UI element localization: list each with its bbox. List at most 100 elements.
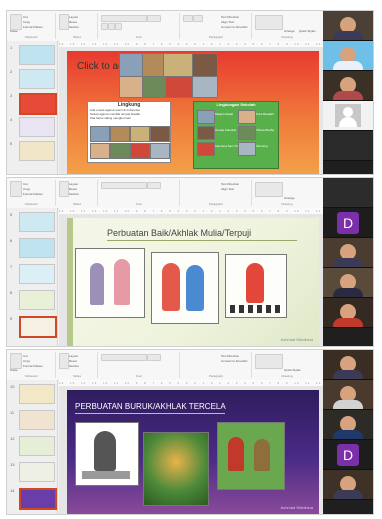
slide-title[interactable]: PERBUATAN BURUK/AKHLAK TERCELA (75, 402, 226, 411)
participant-body (333, 91, 363, 100)
slide-canvas: Click to ad Lingkung Ada empat agama res… (59, 47, 323, 174)
paste-button[interactable] (10, 14, 22, 30)
reset-button[interactable]: Reset (69, 187, 77, 191)
slide-canvas: Perbuatan Baik/Akhlak Mulia/Terpuji Achm… (59, 214, 323, 346)
participant-video[interactable] (323, 298, 373, 328)
slide-accent-bar (67, 218, 73, 346)
cut-button[interactable]: Cut (23, 182, 28, 186)
drawing-group-label: Drawing (281, 35, 293, 39)
slide-thumbnail-selected[interactable] (19, 93, 57, 115)
participant-video[interactable] (323, 41, 373, 71)
new-slide-button[interactable] (59, 353, 69, 369)
layout-button[interactable]: Layout (69, 15, 78, 19)
paste-button[interactable] (10, 353, 22, 369)
text-direction-button[interactable]: Text Direction (221, 182, 239, 186)
slide-thumbnail[interactable] (19, 69, 55, 89)
paste-button[interactable] (10, 181, 22, 197)
participant-video[interactable]: D (323, 208, 373, 238)
participant-video[interactable] (323, 380, 373, 410)
font-group: Font (99, 180, 180, 206)
shapes-gallery[interactable] (255, 182, 283, 197)
thumb-number: 14 (10, 488, 15, 493)
vihara-photo (142, 76, 166, 98)
arrange-button[interactable]: Arrange (284, 196, 295, 200)
participant-video[interactable] (323, 238, 373, 268)
slide-thumbnail[interactable] (19, 384, 55, 404)
font-size-select[interactable] (147, 182, 161, 189)
slide-thumbnail[interactable] (19, 238, 55, 258)
format-painter-button[interactable]: Format Painter (23, 25, 43, 29)
layout-button[interactable]: Layout (69, 354, 78, 358)
underline-button[interactable] (115, 23, 122, 30)
slide-thumbnail[interactable] (19, 117, 55, 137)
participant-video[interactable] (323, 410, 373, 440)
smartart-button[interactable]: Convert to SmartArt (221, 359, 248, 363)
participant-video[interactable] (323, 178, 373, 208)
smartart-button[interactable]: Convert to SmartArt (221, 25, 248, 29)
arrange-button[interactable]: Arrange (284, 29, 295, 33)
participant-video[interactable] (323, 470, 373, 500)
quick-styles-button[interactable]: Quick Styles (299, 29, 316, 33)
font-name-select[interactable] (101, 354, 147, 361)
copy-button[interactable]: Copy (23, 359, 30, 363)
reset-button[interactable]: Reset (69, 359, 77, 363)
slide-thumbnail[interactable] (19, 212, 55, 232)
cut-button[interactable]: Cut (23, 15, 28, 19)
bullets-button[interactable] (183, 15, 193, 22)
slide-thumbnail-selected[interactable] (19, 488, 57, 510)
format-painter-button[interactable]: Format Painter (23, 192, 43, 196)
text-direction-button[interactable]: Text Direction (221, 15, 239, 19)
quick-styles-button[interactable]: Quick Styles (284, 368, 301, 372)
font-name-select[interactable] (101, 182, 147, 189)
section-button[interactable]: Section (69, 192, 79, 196)
new-slide-button[interactable] (59, 181, 69, 197)
copy-button[interactable]: Copy (23, 20, 30, 24)
mosque-photo (119, 53, 143, 77)
align-text-button[interactable]: Align Text (221, 20, 234, 24)
shapes-gallery[interactable] (255, 15, 283, 30)
fighting-illustration (217, 422, 285, 490)
shapes-gallery[interactable] (255, 354, 283, 369)
slide-2[interactable]: Perbuatan Baik/Akhlak Mulia/Terpuji Achm… (67, 218, 319, 346)
participant-video[interactable]: D (323, 440, 373, 470)
participant-video[interactable] (323, 71, 373, 101)
section-button[interactable]: Section (69, 364, 79, 368)
slide-thumbnail[interactable] (19, 410, 55, 430)
italic-button[interactable] (108, 23, 115, 30)
participant-video[interactable] (323, 101, 373, 131)
format-painter-button[interactable]: Format Painter (23, 364, 43, 368)
slide-thumbnail[interactable] (19, 141, 55, 161)
slide-thumbnail[interactable] (19, 436, 55, 456)
numbering-button[interactable] (193, 15, 203, 22)
slide-footer: Achmad Windiana (280, 505, 313, 510)
slide-title[interactable]: Perbuatan Baik/Akhlak Mulia/Terpuji (107, 228, 251, 238)
font-name-select[interactable] (101, 15, 147, 22)
slide-thumbnail[interactable] (19, 290, 55, 310)
reset-button[interactable]: Reset (69, 20, 77, 24)
font-size-select[interactable] (147, 15, 161, 22)
align-text-button[interactable]: Align Text (221, 187, 234, 191)
participant-video[interactable] (323, 131, 373, 161)
copy-button[interactable]: Copy (23, 187, 30, 191)
bold-button[interactable] (101, 23, 108, 30)
trash-pile (82, 471, 130, 479)
slide-thumbnail[interactable] (19, 462, 55, 482)
title-placeholder[interactable]: Click to ad (77, 61, 124, 72)
text-direction-button[interactable]: Text Direction (221, 354, 239, 358)
slide-thumbnail[interactable] (19, 45, 55, 65)
pura-photo (119, 76, 143, 98)
slide-thumbnail-selected[interactable] (19, 316, 57, 338)
slide-1[interactable]: Click to ad Lingkung Ada empat agama res… (67, 51, 319, 174)
section-button[interactable]: Section (69, 25, 79, 29)
participant-video[interactable] (323, 11, 373, 41)
cut-button[interactable]: Cut (23, 354, 28, 358)
thumb-number: 5 (10, 212, 13, 217)
font-size-select[interactable] (147, 354, 161, 361)
slide-3[interactable]: PERBUATAN BURUK/AKHLAK TERCELA Achmad Wi… (67, 390, 319, 514)
participant-video[interactable] (323, 268, 373, 298)
slide-thumbnail[interactable] (19, 264, 55, 284)
participant-video[interactable] (323, 350, 373, 380)
new-slide-button[interactable] (59, 14, 69, 30)
clipboard-group: Cut Copy Format Painter Clipboard (7, 180, 56, 206)
layout-button[interactable]: Layout (69, 182, 78, 186)
